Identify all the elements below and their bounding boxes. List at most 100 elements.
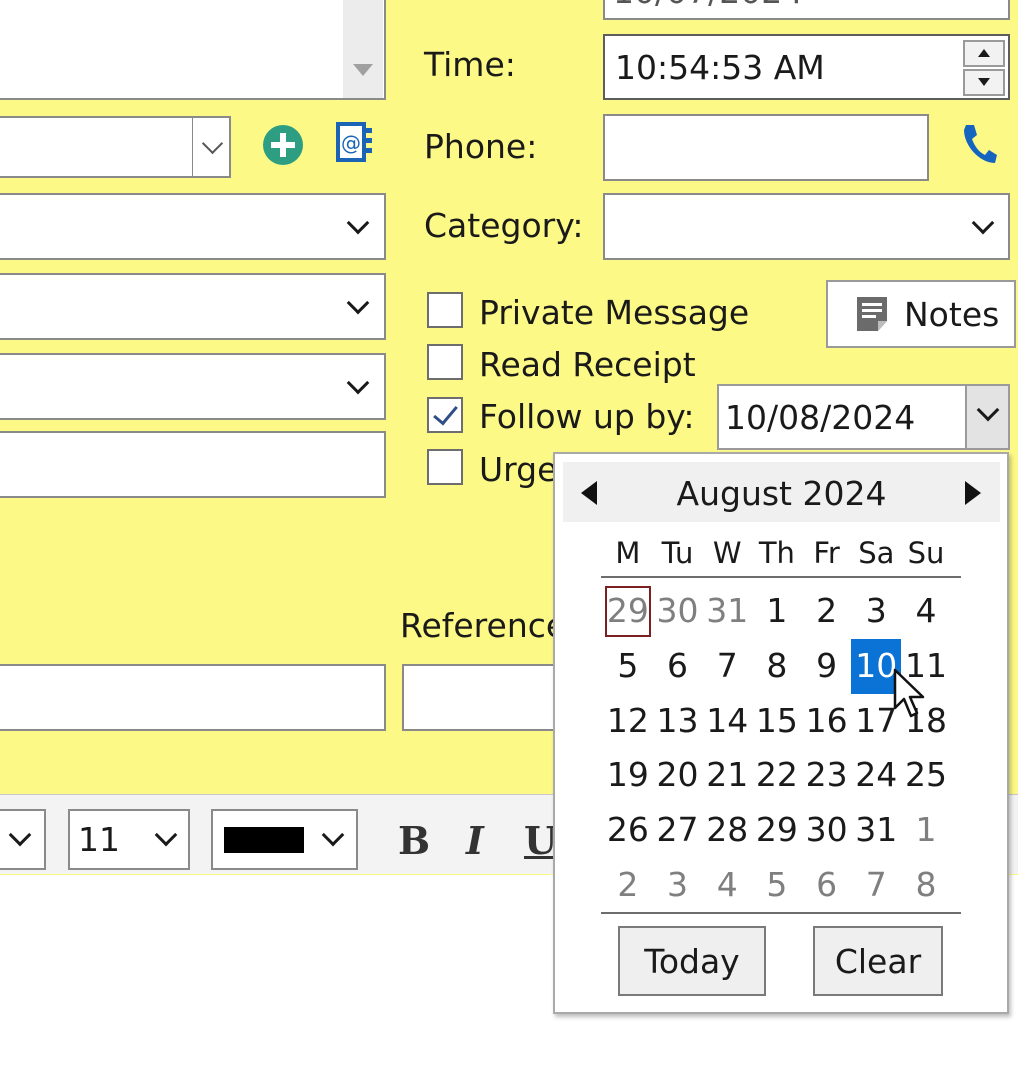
follow-up-date-value: 10/08/2024 [725,398,916,437]
weekday-header: Fr [813,536,840,570]
calendar-day[interactable]: 5 [752,858,802,913]
calendar-day[interactable]: 9 [802,639,852,694]
calendar-day[interactable]: 14 [702,694,752,749]
private-message-label: Private Message [479,293,750,332]
left-input-4[interactable] [0,431,386,498]
calendar-clear-button[interactable]: Clear [813,926,943,996]
calendar-day[interactable]: 4 [901,584,951,639]
chevron-down-icon [976,398,1000,422]
mouse-cursor-icon [893,668,925,718]
calendar-day[interactable]: 24 [851,748,901,803]
calendar-day[interactable]: 12 [603,694,653,749]
time-label: Time: [424,45,516,84]
textarea-scrollbar[interactable] [343,0,383,98]
left-dropdown-3[interactable] [0,353,386,420]
chevron-down-icon [971,211,995,235]
notes-button-label: Notes [904,294,1000,334]
calendar-day[interactable]: 1 [901,803,951,858]
calendar-day[interactable]: 28 [702,803,752,858]
calendar-day[interactable]: 21 [702,748,752,803]
calendar-day[interactable]: 2 [603,858,653,913]
calendar-day[interactable]: 29 [603,584,653,639]
calendar-day[interactable]: 31 [702,584,752,639]
message-body-textarea[interactable] [0,0,386,100]
urgent-checkbox[interactable] [427,449,463,485]
time-spin-down-button[interactable] [963,69,1005,96]
font-color-swatch [224,827,304,853]
time-spin-up-button[interactable] [963,40,1005,67]
calendar-day[interactable]: 3 [653,858,703,913]
date-dropdown-button[interactable] [965,386,1008,448]
svg-text:@: @ [341,131,361,155]
calendar-day[interactable]: 19 [603,748,653,803]
phone-field[interactable] [603,114,929,181]
font-color-dropdown[interactable] [211,809,358,870]
address-book-icon[interactable]: @ [334,120,374,164]
follow-up-label: Follow up by: [479,397,695,436]
bold-button[interactable]: B [398,818,430,863]
calendar-day[interactable]: 6 [653,639,703,694]
phone-label: Phone: [424,127,538,166]
time-value: 10:54:53 AM [615,48,825,87]
notes-icon [857,297,887,331]
calendar-day[interactable]: 7 [702,639,752,694]
calendar-popup: August 2024 M Tu W Th Fr Sa Su 29 30 31 1 2 3 4 5 6 7 8 9 1… [553,452,1009,1014]
calendar-day[interactable]: 30 [653,584,703,639]
reference-label: Reference [400,606,567,645]
notes-button[interactable]: Notes [826,280,1016,348]
left-bottom-input[interactable] [0,664,386,731]
left-dropdown-1[interactable] [0,193,386,260]
calendar-day[interactable]: 8 [901,858,951,913]
weekday-header: Tu [661,536,694,570]
italic-button[interactable]: I [466,818,484,863]
weekday-header: Su [907,536,945,570]
calendar-day[interactable]: 23 [802,748,852,803]
calendar-month-label[interactable]: August 2024 [563,474,1000,514]
calendar-day[interactable]: 16 [802,694,852,749]
contact-combo[interactable] [0,116,193,178]
time-field[interactable]: 10:54:53 AM [603,34,1010,100]
font-size-dropdown[interactable]: 11 [68,809,190,870]
contact-combo-dropdown-button[interactable] [193,116,231,178]
private-message-checkbox[interactable] [427,292,463,328]
spin-up-icon [978,49,990,57]
left-dropdown-2[interactable] [0,273,386,340]
calendar-day[interactable]: 20 [653,748,703,803]
calendar-day[interactable]: 29 [752,803,802,858]
calendar-day[interactable]: 6 [802,858,852,913]
calendar-day[interactable]: 4 [702,858,752,913]
calendar-header: August 2024 [563,462,1000,522]
calendar-day[interactable]: 26 [603,803,653,858]
scroll-down-arrow-icon[interactable] [351,62,375,78]
calendar-day[interactable]: 2 [802,584,852,639]
calendar-day[interactable]: 8 [752,639,802,694]
triangle-right-icon[interactable] [963,479,983,507]
calendar-day[interactable]: 30 [802,803,852,858]
calendar-day[interactable]: 5 [603,639,653,694]
category-dropdown[interactable] [603,193,1010,260]
calendar-day[interactable]: 3 [851,584,901,639]
phone-icon[interactable] [958,122,998,166]
calendar-bottom-divider [601,912,961,914]
spin-down-icon [978,78,990,86]
add-circle-icon[interactable] [262,124,304,166]
weekday-header: Sa [858,536,895,570]
calendar-day[interactable]: 27 [653,803,703,858]
read-receipt-checkbox[interactable] [427,344,463,380]
calendar-day[interactable]: 15 [752,694,802,749]
calendar-day[interactable]: 22 [752,748,802,803]
chevron-down-icon [154,823,178,847]
follow-up-date-field[interactable]: 10/08/2024 [717,384,1010,450]
calendar-day[interactable]: 7 [851,858,901,913]
font-size-value: 11 [78,820,120,859]
calendar-day[interactable]: 25 [901,748,951,803]
calendar-day[interactable]: 13 [653,694,703,749]
calendar-day[interactable]: 31 [851,803,901,858]
date-field[interactable]: 10/07/2024 [603,0,1010,20]
category-label: Category: [424,206,584,245]
calendar-today-button[interactable]: Today [618,926,766,996]
font-name-dropdown[interactable] [0,809,46,870]
weekday-header: Th [758,536,795,570]
calendar-day[interactable]: 1 [752,584,802,639]
follow-up-checkbox[interactable] [427,397,463,433]
